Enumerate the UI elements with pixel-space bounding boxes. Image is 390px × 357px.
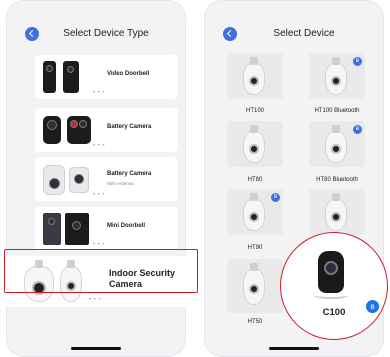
device-tile-ht100-bluetooth[interactable]: ʙ <box>309 53 365 99</box>
more-dots: • • • <box>93 90 106 96</box>
device-label: HT80 <box>247 177 263 183</box>
category-indoor-security-camera[interactable]: • • • Indoor Security Camera <box>4 256 196 307</box>
device-tile-ht100[interactable] <box>227 53 283 99</box>
c100-camera-image <box>318 251 344 293</box>
device-label: HT50 <box>247 319 263 325</box>
category-label: Video Doorbell <box>107 71 150 77</box>
bluetooth-icon: ʙ <box>353 125 362 134</box>
bulb-camera-icon <box>243 125 265 163</box>
page-title: Select Device Type <box>63 28 149 39</box>
bulb-camera-image <box>24 260 54 302</box>
category-label: Battery Camera <box>107 171 152 177</box>
device-tile-c100[interactable]: C100 ʙ <box>280 232 388 340</box>
bulb-camera-icon <box>325 125 347 163</box>
battery-camera-image <box>43 116 61 144</box>
more-dots: • • • <box>93 143 106 149</box>
bulb-camera-icon <box>243 57 265 95</box>
c100-stand <box>313 291 349 299</box>
category-battery-camera-antenna[interactable]: • • • Battery Camera With Antenna <box>35 157 178 201</box>
mini-doorbell-image <box>43 213 61 245</box>
device-label: HT80 Bluetooth <box>316 177 358 183</box>
bulb-camera-icon <box>243 263 265 305</box>
category-battery-camera[interactable]: • • • Battery Camera <box>35 108 178 152</box>
category-sublabel: With Antenna <box>107 181 134 186</box>
home-indicator <box>269 347 319 350</box>
device-label: HT90 <box>247 245 263 251</box>
mini-doorbell-image-2 <box>65 213 89 245</box>
antenna-camera-image <box>43 165 65 195</box>
doorbell-image-2 <box>63 61 79 93</box>
category-video-doorbell[interactable]: • • • Video Doorbell <box>35 55 178 99</box>
bulb-camera-image-2 <box>60 260 82 302</box>
bluetooth-icon: ʙ <box>353 57 362 66</box>
device-tile-ht80-bluetooth[interactable]: ʙ <box>309 121 365 167</box>
bluetooth-icon: ʙ <box>271 193 280 202</box>
page-title: Select Device <box>273 28 335 39</box>
device-tile-ht50[interactable] <box>227 259 283 313</box>
category-label: Mini Doorbell <box>107 223 145 229</box>
bluetooth-icon: ʙ <box>366 300 379 313</box>
header: Select Device Type <box>7 25 185 43</box>
battery-camera-image-2 <box>67 116 91 144</box>
category-label: Indoor Security Camera <box>109 268 176 289</box>
bulb-camera-icon <box>243 193 265 231</box>
category-label: Battery Camera <box>107 124 152 130</box>
header: Select Device <box>205 25 383 43</box>
device-label: HT100 <box>245 108 264 114</box>
device-tile-unnamed[interactable] <box>309 189 365 235</box>
device-label: HT100 Bluetooth <box>314 108 360 114</box>
more-dots: • • • <box>89 297 102 303</box>
device-tile-ht90[interactable]: ʙ <box>227 189 283 235</box>
more-dots: • • • <box>93 242 106 248</box>
bulb-camera-icon <box>325 57 347 95</box>
more-dots: • • • <box>93 192 106 198</box>
device-tile-ht80[interactable] <box>227 121 283 167</box>
category-mini-doorbell[interactable]: • • • Mini Doorbell <box>35 207 178 251</box>
home-indicator <box>71 347 121 350</box>
bulb-camera-icon <box>325 193 347 231</box>
doorbell-image <box>43 61 56 93</box>
antenna-camera-image-2 <box>69 167 89 193</box>
